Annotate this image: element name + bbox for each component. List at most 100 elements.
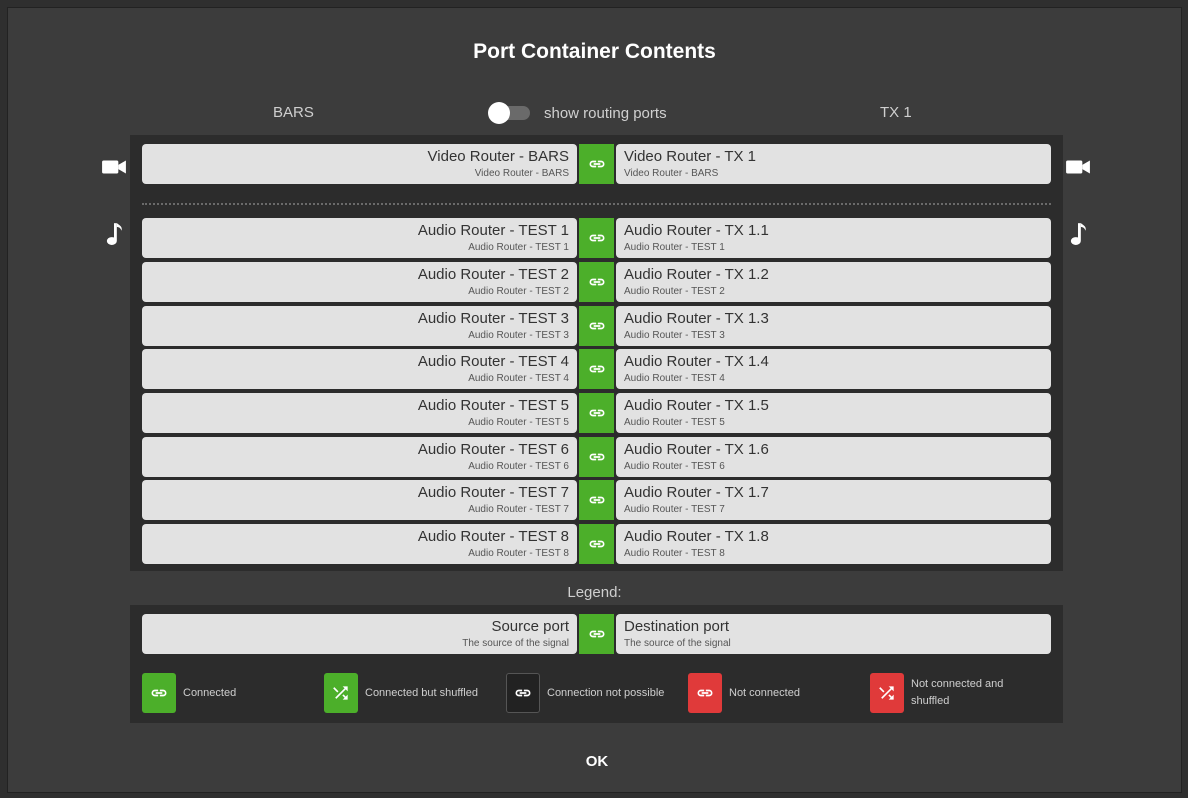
source-port[interactable]: Audio Router - TEST 4 Audio Router - TES… [142,349,577,389]
destination-port-name: Audio Router - TX 1.6 [624,441,769,458]
source-port-name: Audio Router - TEST 4 [417,353,569,370]
source-port-detail: Audio Router - TEST 6 [468,461,569,472]
connected-link-button[interactable] [579,262,614,302]
legend-source-detail: The source of the signal [462,638,569,649]
link-icon [589,409,604,417]
link-icon [589,540,604,548]
destination-port-detail: Audio Router - TEST 7 [624,504,725,515]
ok-button[interactable]: OK [568,749,626,775]
source-port-detail: Audio Router - TEST 3 [468,330,569,341]
source-port[interactable]: Audio Router - TEST 3 Audio Router - TES… [142,306,577,346]
legend-panel: Source port The source of the signal Des… [130,605,1063,723]
destination-port[interactable]: Audio Router - TX 1.8 Audio Router - TES… [616,524,1051,564]
source-port-name: Audio Router - TEST 6 [417,441,569,458]
audio-port-row: Audio Router - TEST 2 Audio Router - TES… [142,262,1051,302]
destination-port[interactable]: Audio Router - TX 1.2 Audio Router - TES… [616,262,1051,302]
source-port-name: Audio Router - TEST 3 [417,310,569,327]
destination-port[interactable]: Audio Router - TX 1.6 Audio Router - TES… [616,437,1051,477]
legend-item-connected: Connected [142,673,236,713]
destination-port-name: Audio Router - TX 1.7 [624,484,769,501]
source-port-name: Audio Router - TEST 8 [417,528,569,545]
connected-link-button[interactable] [579,480,614,520]
legend-destination-port: Destination port The source of the signa… [616,614,1051,654]
source-port[interactable]: Audio Router - TEST 5 Audio Router - TES… [142,393,577,433]
dialog-title: Port Container Contents [473,40,716,63]
source-port-name: Audio Router - TEST 7 [417,484,569,501]
connected-link-button[interactable] [579,306,614,346]
source-port-detail: Audio Router - TEST 4 [468,373,569,384]
destination-port[interactable]: Audio Router - TX 1.3 Audio Router - TES… [616,306,1051,346]
source-port[interactable]: Audio Router - TEST 1 Audio Router - TES… [142,218,577,258]
link-icon [589,453,604,461]
legend-source-port: Source port The source of the signal [142,614,577,654]
legend-title: Legend: [567,584,622,601]
legend-label: Connected but shuffled [365,686,478,699]
link-icon [506,673,540,713]
audio-port-row: Audio Router - TEST 3 Audio Router - TES… [142,306,1051,346]
source-port[interactable]: Audio Router - TEST 8 Audio Router - TES… [142,524,577,564]
source-port[interactable]: Audio Router - TEST 6 Audio Router - TES… [142,437,577,477]
source-port[interactable]: Audio Router - TEST 2 Audio Router - TES… [142,262,577,302]
destination-port-detail: Audio Router - TEST 8 [624,548,725,559]
source-port-detail: Audio Router - TEST 8 [468,548,569,559]
destination-header: TX 1 [880,104,912,121]
legend-label: Not connected [729,686,800,699]
destination-port[interactable]: Audio Router - TX 1.7 Audio Router - TES… [616,480,1051,520]
legend-source-name: Source port [491,618,569,635]
link-icon [142,673,176,713]
destination-port[interactable]: Video Router - TX 1 Video Router - BARS [616,144,1051,184]
destination-port-name: Audio Router - TX 1.2 [624,266,769,283]
audio-port-row: Audio Router - TEST 7 Audio Router - TES… [142,480,1051,520]
legend-label: Connection not possible [547,686,665,699]
destination-port[interactable]: Audio Router - TX 1.5 Audio Router - TES… [616,393,1051,433]
video-camera-icon [101,154,127,180]
link-icon [589,160,604,168]
destination-port-detail: Audio Router - TEST 6 [624,461,725,472]
destination-port-name: Audio Router - TX 1.3 [624,310,769,327]
toggle-label: show routing ports [544,104,667,122]
connected-link-button[interactable] [579,524,614,564]
destination-port[interactable]: Audio Router - TX 1.1 Audio Router - TES… [616,218,1051,258]
source-port[interactable]: Audio Router - TEST 7 Audio Router - TES… [142,480,577,520]
music-note-icon [101,221,127,247]
toggle-knob[interactable] [488,102,510,124]
connected-link-button[interactable] [579,144,614,184]
destination-port[interactable]: Audio Router - TX 1.4 Audio Router - TES… [616,349,1051,389]
connected-link-button[interactable] [579,393,614,433]
source-port-detail: Audio Router - TEST 7 [468,504,569,515]
source-port-detail: Audio Router - TEST 1 [468,242,569,253]
source-port-name: Audio Router - TEST 2 [417,266,569,283]
destination-port-detail: Audio Router - TEST 1 [624,242,725,253]
destination-port-detail: Audio Router - TEST 2 [624,286,725,297]
link-icon [589,365,604,373]
link-icon [589,630,604,638]
destination-port-name: Audio Router - TX 1.5 [624,397,769,414]
legend-link-indicator [579,614,614,654]
connected-link-button[interactable] [579,349,614,389]
source-port[interactable]: Video Router - BARS Video Router - BARS [142,144,577,184]
audio-port-row: Audio Router - TEST 8 Audio Router - TES… [142,524,1051,564]
source-port-name: Video Router - BARS [427,148,569,165]
legend-label: Connected [183,686,237,699]
source-port-detail: Video Router - BARS [474,168,569,179]
shuffle-icon [324,673,358,713]
legend-item-not-possible: Connection not possible [506,673,664,713]
link-icon [589,322,604,330]
destination-port-detail: Video Router - BARS [624,168,719,179]
video-camera-icon [1065,154,1091,180]
link-icon [589,278,604,286]
destination-port-name: Audio Router - TX 1.8 [624,528,769,545]
connected-link-button[interactable] [579,437,614,477]
link-icon [589,496,604,504]
destination-port-name: Video Router - TX 1 [624,148,757,165]
routing-ports-toggle[interactable]: show routing ports [488,102,667,124]
connected-link-button[interactable] [579,218,614,258]
destination-port-detail: Audio Router - TEST 5 [624,417,725,428]
destination-port-name: Audio Router - TX 1.1 [624,222,769,239]
toggle-track[interactable] [488,102,530,124]
source-port-name: Audio Router - TEST 1 [417,222,569,239]
audio-port-row: Audio Router - TEST 4 Audio Router - TES… [142,349,1051,389]
shuffle-icon [870,673,904,713]
legend-item-not-connected: Not connected [688,673,800,713]
destination-port-detail: Audio Router - TEST 3 [624,330,725,341]
